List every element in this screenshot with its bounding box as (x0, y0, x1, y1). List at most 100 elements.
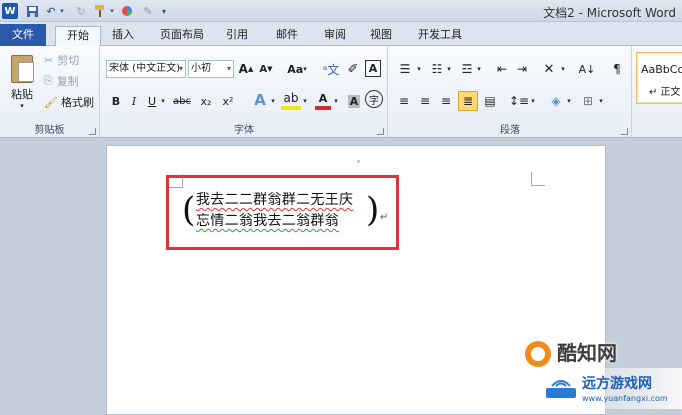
bold-button[interactable]: B (109, 92, 123, 110)
shrink-font-icon: A (259, 63, 268, 75)
grow-font-button[interactable]: A ▲ (239, 60, 254, 78)
tab-mailings[interactable]: 邮件 (270, 26, 304, 46)
paragraph-mark: ↵ (380, 212, 389, 223)
shading-icon[interactable]: ◈ (547, 92, 565, 110)
subscript-button[interactable]: x₂ (197, 92, 215, 110)
style-normal[interactable]: AaBbCc ↵ 正文 (636, 52, 682, 104)
character-shading-icon[interactable]: A (346, 92, 362, 110)
underline-button[interactable]: U (145, 92, 159, 110)
strikethrough-button[interactable]: abc (171, 92, 193, 110)
chinese-layout-icon[interactable]: ✕ (539, 60, 559, 78)
clipboard-group-label: 剪贴板 (34, 125, 65, 136)
undo-dropdown-icon[interactable]: ▾ (58, 3, 66, 19)
change-case-icon: Aa (287, 62, 304, 76)
multilevel-list-icon[interactable]: ☲ (457, 60, 477, 78)
chevron-down-icon[interactable]: ▾ (269, 92, 277, 110)
change-case-button[interactable]: Aa ▾ (285, 60, 309, 78)
superscript-button[interactable]: x² (219, 92, 237, 110)
numbering-icon[interactable]: ☷ (427, 60, 447, 78)
chevron-down-icon[interactable]: ▾ (529, 92, 537, 110)
ruler-dot (357, 160, 360, 163)
font-name-select[interactable]: 宋体 (中文正文) ▾ (106, 60, 186, 78)
copy-button[interactable]: ⎘ 复制 (44, 73, 79, 89)
line-spacing-icon[interactable]: ↕≡ (509, 92, 529, 110)
watermark-url: www.yuanfangxi.com (582, 394, 668, 403)
chevron-down-icon[interactable]: ▾ (597, 92, 605, 110)
dropdown-icon[interactable]: ▾ (108, 3, 116, 19)
wifi-router-icon (546, 380, 576, 398)
chevron-down-icon[interactable]: ▾ (565, 92, 573, 110)
redo-icon[interactable]: ↻ (74, 3, 88, 19)
tab-references[interactable]: 引用 (220, 26, 254, 46)
chevron-down-icon[interactable]: ▾ (475, 60, 483, 78)
save-icon[interactable] (24, 3, 40, 19)
word-app-icon[interactable]: W (2, 3, 18, 19)
tab-home[interactable]: 开始 (55, 26, 101, 47)
text-effects-icon[interactable]: A (251, 90, 269, 110)
font-color-button[interactable]: A (315, 90, 331, 110)
paragraph-group-label: 段落 (500, 125, 520, 136)
style-name: ↵ 正文 (649, 87, 681, 98)
italic-button[interactable]: I (127, 92, 141, 110)
borders-icon[interactable]: ⊞ (579, 92, 597, 110)
tab-file[interactable]: 文件 (0, 24, 46, 46)
tab-developer[interactable]: 开发工具 (410, 26, 470, 46)
format-painter-button[interactable]: 🖌 格式刷 (44, 94, 94, 110)
undo-icon[interactable]: ↶ (44, 3, 58, 19)
ribbon-tab-bar: 文件 开始 插入 页面布局 引用 邮件 审阅 视图 开发工具 (0, 22, 682, 47)
color-wheel-icon[interactable] (120, 3, 134, 19)
font-size-select[interactable]: 小初 ▾ (188, 60, 234, 78)
justify-icon[interactable]: ≣ (458, 91, 478, 111)
clipboard-group: 粘贴 ▾ ✂ 剪切 ⎘ 复制 🖌 格式刷 剪贴板 (0, 46, 100, 138)
shrink-font-button[interactable]: A ▼ (259, 60, 273, 78)
show-marks-icon[interactable]: ¶ (609, 60, 625, 78)
dialog-launcher-icon[interactable] (377, 128, 384, 135)
watermark-site: 远方游戏网 www.yuanfangxi.com (540, 368, 682, 409)
distributed-icon[interactable]: ▤ (481, 92, 499, 110)
line-1-text: 我去二二群翁群二无王庆 (196, 192, 354, 208)
phonetic-guide-icon[interactable]: ᵃ文 (321, 60, 341, 78)
format-painter-label: 格式刷 (60, 96, 94, 109)
chevron-down-icon: ▾ (178, 64, 183, 73)
right-paren: ) (366, 190, 380, 230)
tab-insert[interactable]: 插入 (106, 26, 140, 46)
chevron-down-icon[interactable]: ▾ (559, 60, 567, 78)
chevron-down-icon: ▾ (20, 101, 24, 110)
tab-review[interactable]: 审阅 (318, 26, 352, 46)
format-painter-icon[interactable] (92, 3, 108, 19)
bullets-icon[interactable]: ☰ (395, 60, 415, 78)
enclose-characters-icon[interactable]: 字 (365, 90, 383, 108)
window-title: 文档2 - Microsoft Word (543, 6, 676, 20)
scissors-icon: ✂ (44, 53, 54, 67)
cut-button[interactable]: ✂ 剪切 (44, 52, 79, 68)
ribbon: 粘贴 ▾ ✂ 剪切 ⎘ 复制 🖌 格式刷 剪贴板 宋体 (中文正文) ▾ 小初 ▾ A ▲ … (0, 46, 682, 138)
decrease-indent-icon[interactable]: ⇤ (493, 60, 511, 78)
increase-indent-icon[interactable]: ⇥ (513, 60, 531, 78)
copy-label: 复制 (56, 75, 79, 88)
draw-table-icon[interactable]: ✎ (140, 3, 156, 19)
sort-icon[interactable]: A↓ (577, 60, 597, 78)
copy-icon: ⎘ (44, 74, 53, 87)
line-2-text: 忘情二翁我去二翁群翁 (196, 213, 339, 229)
tab-page-layout[interactable]: 页面布局 (154, 26, 210, 46)
watermark-icon (525, 341, 551, 367)
paste-button[interactable]: 粘贴 ▾ (6, 52, 38, 112)
equation[interactable]: ( 我去二二群翁群二无王庆 忘情二翁我去二翁群翁 ) (182, 188, 382, 234)
paste-label: 粘贴 (11, 87, 33, 101)
chevron-down-icon[interactable]: ▾ (415, 60, 423, 78)
character-border-icon[interactable]: A (365, 60, 381, 77)
chevron-down-icon[interactable]: ▾ (301, 92, 309, 110)
dialog-launcher-icon[interactable] (89, 128, 96, 135)
tab-view[interactable]: 视图 (364, 26, 398, 46)
align-right-icon[interactable]: ≡ (437, 92, 455, 110)
dialog-launcher-icon[interactable] (621, 128, 628, 135)
align-left-icon[interactable]: ≡ (395, 92, 413, 110)
clear-formatting-icon[interactable]: ✐ (345, 60, 361, 78)
customize-toolbar-icon[interactable]: ▾ (158, 3, 170, 19)
chevron-down-icon: ▾ (226, 64, 231, 73)
underline-dropdown-icon[interactable]: ▾ (159, 92, 167, 110)
align-center-icon[interactable]: ≡ (416, 92, 434, 110)
chevron-down-icon[interactable]: ▾ (445, 60, 453, 78)
chevron-down-icon[interactable]: ▾ (332, 92, 340, 110)
highlight-color-icon[interactable]: ab (281, 90, 301, 110)
